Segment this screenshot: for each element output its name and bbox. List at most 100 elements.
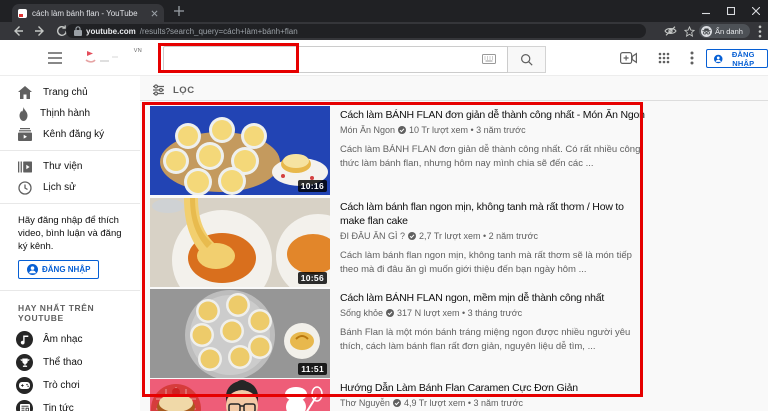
address-bar[interactable]: youtube.com/results?search_query=cách+là… — [66, 24, 646, 38]
verified-badge-icon — [398, 126, 406, 134]
search-result-row: 10:56 Cách làm bánh flan ngon mịn, không… — [150, 198, 650, 287]
video-title[interactable]: Hướng Dẫn Làm Bánh Flan Caramen Cực Đơn … — [340, 381, 645, 395]
video-title[interactable]: Cách làm BÁNH FLAN ngon, mềm mịn dễ thàn… — [340, 291, 645, 305]
video-thumbnail[interactable] — [150, 379, 330, 411]
filter-icon — [152, 84, 165, 96]
tab-close-icon[interactable] — [151, 10, 158, 17]
sidebar-item-label: Trò chơi — [43, 380, 80, 391]
video-meta: 4,9 Tr lượt xem • 3 năm trước — [404, 398, 523, 408]
youtube-logo-redacted[interactable]: VN — [84, 48, 136, 68]
search-result-row: Hướng Dẫn Làm Bánh Flan Caramen Cực Đơn … — [150, 379, 650, 411]
channel-name[interactable]: Thơ Nguyễn — [340, 398, 390, 408]
video-description: Cách làm BÁNH FLAN đơn giản dễ thành côn… — [340, 143, 645, 171]
signin-label: ĐĂNG NHẬP — [42, 265, 90, 274]
sidebar-item-label: Thư viện — [43, 161, 83, 172]
video-thumbnail[interactable]: 10:16 — [150, 106, 330, 195]
verified-badge-icon — [393, 399, 401, 407]
sidebar-item-trending[interactable]: Thịnh hành — [0, 103, 140, 124]
sidebar-item-library[interactable]: Thư viện — [0, 156, 140, 177]
keyboard-icon[interactable] — [482, 54, 496, 64]
video-info: Cách làm BÁNH FLAN đơn giản dễ thành côn… — [340, 106, 645, 195]
sidebar-divider — [0, 290, 140, 291]
video-meta: 2,7 Tr lượt xem • 2 năm trước — [419, 231, 538, 241]
signin-prompt: Hãy đăng nhập để thích video, bình luận … — [18, 214, 122, 253]
chrome-menu-icon[interactable] — [758, 25, 762, 38]
person-icon — [714, 53, 723, 65]
sidebar-item-subscriptions[interactable]: Kênh đăng ký — [0, 124, 140, 145]
thumbnail-caramen-pink — [150, 379, 330, 411]
video-title[interactable]: Cách làm bánh flan ngon mịn, không tanh … — [340, 200, 645, 228]
sidebar-signin-button[interactable]: ĐĂNG NHẬP — [18, 260, 99, 279]
youtube-favicon-icon — [18, 9, 27, 18]
browser-tab[interactable]: cách làm bánh flan - YouTube — [12, 4, 164, 22]
library-icon — [18, 161, 32, 173]
results-divider — [140, 100, 768, 101]
video-title[interactable]: Cách làm BÁNH FLAN đơn giản dễ thành côn… — [340, 108, 645, 122]
minimize-icon[interactable] — [702, 7, 710, 15]
incognito-badge: Ẩn danh — [699, 24, 750, 38]
url-host: youtube.com — [86, 27, 136, 36]
history-icon — [18, 181, 32, 195]
tab-title: cách làm bánh flan - YouTube — [32, 9, 146, 18]
create-video-icon[interactable] — [620, 52, 637, 64]
verified-badge-icon — [386, 309, 394, 317]
sidebar-item-news[interactable]: Tin tức — [0, 397, 140, 411]
incognito-label: Ẩn danh — [715, 27, 743, 36]
sidebar-item-music[interactable]: Âm nhạc — [0, 328, 140, 351]
sidebar-item-gaming[interactable]: Trò chơi — [0, 374, 140, 397]
sidebar-item-label: Lịch sử — [43, 182, 76, 193]
person-icon — [27, 264, 38, 275]
channel-name[interactable]: Sống khỏe — [340, 308, 383, 318]
sidebar-item-home[interactable]: Trang chủ — [0, 82, 140, 103]
video-info: Cách làm bánh flan ngon mịn, không tanh … — [340, 198, 645, 287]
duration-badge: 10:56 — [298, 272, 327, 284]
apps-grid-icon[interactable] — [658, 52, 670, 64]
lock-icon — [74, 26, 82, 36]
sidebar-divider — [0, 150, 140, 151]
filter-button[interactable]: LỌC — [152, 84, 195, 96]
sidebar-item-label: Âm nhạc — [43, 334, 82, 345]
url-path: /results?search_query=cách+làm+bánh+flan — [140, 27, 298, 36]
channel-name[interactable]: ĐI ĐÂU ĂN GÌ ? — [340, 231, 405, 241]
logo-region-label: VN — [134, 48, 142, 54]
verified-badge-icon — [408, 232, 416, 240]
logo-smudge-icon — [84, 48, 130, 66]
browser-window: cách làm bánh flan - YouTube youtube.com… — [0, 0, 768, 411]
eye-off-icon[interactable] — [664, 26, 677, 36]
sidebar-item-history[interactable]: Lịch sử — [0, 177, 140, 198]
gamepad-icon — [19, 382, 30, 389]
signin-label: ĐĂNG NHẬP — [727, 50, 760, 68]
back-icon[interactable] — [12, 25, 24, 37]
close-icon[interactable] — [752, 7, 760, 15]
sidebar-divider — [0, 203, 140, 204]
subscriptions-icon — [18, 128, 32, 141]
sidebar-item-label: Thịnh hành — [40, 108, 90, 119]
youtube-menu-icon[interactable] — [690, 51, 694, 65]
video-thumbnail[interactable]: 10:56 — [150, 198, 330, 287]
filter-label: LỌC — [173, 85, 195, 96]
forward-icon[interactable] — [34, 25, 46, 37]
search-button[interactable] — [508, 46, 546, 73]
video-description: Cách làm bánh flan ngon mịn, không tanh … — [340, 249, 645, 277]
hamburger-menu-icon[interactable] — [48, 52, 62, 64]
maximize-icon[interactable] — [727, 7, 735, 15]
channel-name[interactable]: Món Ăn Ngon — [340, 125, 395, 135]
sidebar-item-sports[interactable]: Thể thao — [0, 351, 140, 374]
window-controls — [702, 0, 760, 22]
music-icon — [20, 335, 29, 345]
video-thumbnail[interactable]: 11:51 — [150, 289, 330, 378]
new-tab-button[interactable] — [174, 6, 184, 16]
sidebar: Trang chủ Thịnh hành Kênh đăng ký Thư vi… — [0, 76, 140, 411]
sidebar-item-label: Thể thao — [43, 357, 82, 368]
tab-bar: cách làm bánh flan - YouTube — [0, 0, 768, 22]
video-info: Cách làm BÁNH FLAN ngon, mềm mịn dễ thàn… — [340, 289, 645, 378]
signin-button[interactable]: ĐĂNG NHẬP — [706, 49, 768, 68]
flame-icon — [18, 107, 29, 121]
search-icon — [520, 53, 533, 66]
search-input[interactable] — [163, 46, 508, 73]
video-description: Bánh Flan là một món bánh tráng miệng ng… — [340, 326, 645, 354]
video-meta: 10 Tr lượt xem • 3 năm trước — [409, 125, 526, 135]
home-icon — [18, 86, 32, 99]
bookmark-star-icon[interactable] — [684, 26, 695, 37]
sidebar-item-label: Tin tức — [43, 403, 74, 411]
